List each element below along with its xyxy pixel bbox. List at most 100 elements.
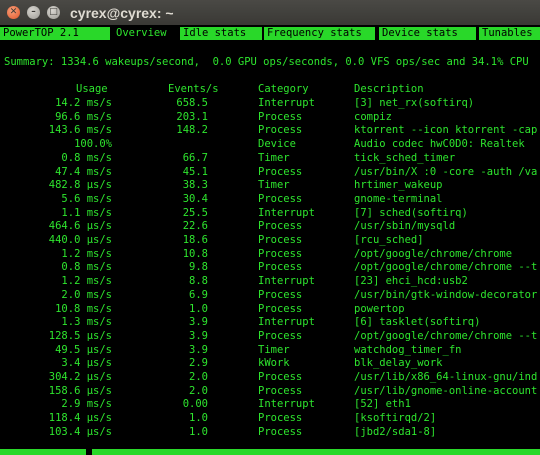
category-cell: Interrupt (258, 275, 315, 288)
tab-tunables[interactable]: Tunables (479, 27, 540, 40)
events-cell: 2.0 (189, 384, 208, 397)
tab-idle-stats[interactable]: Idle stats (180, 27, 262, 40)
usage-cell: 464.6 µs/s (48, 220, 112, 233)
description-cell: hrtimer_wakeup (354, 179, 443, 192)
table-row[interactable]: 464.6 µs/s 22.6 Process/usr/sbin/mysqld (0, 220, 540, 233)
tab-overview[interactable]: Overview (113, 27, 176, 40)
category-cell: Process (258, 247, 303, 260)
usage-cell: 118.4 µs/s (48, 412, 112, 425)
category-cell: Process (258, 302, 303, 315)
table-row[interactable]: 1.2 ms/s 10.8 Process/opt/google/chrome/ch… (0, 248, 540, 261)
table-row[interactable]: 0.8 ms/s 66.7 Timer tick_sched_timer (0, 152, 540, 165)
header-events: Events/s (168, 83, 219, 95)
category-cell: Process (258, 371, 303, 383)
category-cell: Process (258, 329, 303, 342)
events-cell: 66.7 (182, 151, 208, 164)
tab-device-stats[interactable]: Device stats (379, 27, 476, 40)
usage-cell: 49.5 µs/s (55, 343, 112, 356)
category-cell: Interrupt (258, 398, 315, 411)
events-cell: 2.0 (189, 371, 208, 383)
table-row[interactable]: 128.5 µs/s 3.9 Process/opt/google/chrome/c… (0, 330, 540, 343)
usage-cell: 1.1 ms/s (61, 206, 112, 219)
table-row[interactable]: 158.6 µs/s 2.0 Process/usr/lib/gnome-onlin… (0, 385, 540, 398)
table-row[interactable]: 143.6 ms/s 148.2 Process ktorrent --icon kt… (0, 124, 540, 137)
events-cell: 203.1 (176, 110, 208, 123)
table-row[interactable]: 118.4 µs/s 1.0 Process [ksoftirqd/2] (0, 412, 540, 425)
table-row[interactable]: 100.0% Device Audio codec hwC0D0: Realtek (0, 138, 540, 151)
table-row[interactable]: 2.0 ms/s 6.9 Process/usr/bin/gtk-window-de… (0, 289, 540, 302)
description-cell: [23] ehci_hcd:usb2 (354, 275, 468, 288)
usage-cell: 100.0% (74, 138, 112, 151)
table-row[interactable]: 440.0 µs/s 18.6 Process [rcu_sched] (0, 234, 540, 247)
category-cell: kWork (258, 357, 290, 370)
table-row[interactable]: 47.4 ms/s 45.1 Process/usr/bin/X :0 -core … (0, 166, 540, 179)
category-cell: Process (258, 288, 303, 301)
usage-cell: 3.4 µs/s (61, 357, 112, 370)
events-cell: 3.9 (189, 329, 208, 342)
events-cell: 38.3 (182, 179, 208, 192)
usage-cell: 1.3 ms/s (61, 316, 112, 329)
usage-cell: 96.6 ms/s (55, 110, 112, 123)
bottom-status-bar (0, 449, 540, 455)
usage-cell: 1.2 ms/s (61, 247, 112, 260)
events-cell: 3.9 (189, 343, 208, 356)
table-row[interactable]: 5.6 ms/s 30.4 Process gnome-terminal (0, 193, 540, 206)
description-cell: [rcu_sched] (354, 234, 424, 246)
description-cell: [jbd2/sda1-8] (354, 425, 437, 438)
summary-line: Summary: 1334.6 wakeups/second, 0.0 GPU … (4, 56, 529, 68)
description-cell: [7] sched(softirq) (354, 206, 468, 219)
header-usage: Usage (76, 83, 108, 95)
events-cell: 18.6 (182, 234, 208, 246)
events-cell: 25.5 (182, 206, 208, 219)
table-row[interactable]: 14.2 ms/s 658.5 Interrupt [3] net_rx(softir… (0, 97, 540, 110)
category-cell: Process (258, 192, 303, 205)
table-row[interactable]: 1.3 ms/s 3.9 Interrupt [6] tasklet(softirq) (0, 316, 540, 329)
description-cell: compiz (354, 110, 392, 123)
category-cell: Timer (258, 179, 290, 192)
events-cell: 6.9 (189, 288, 208, 301)
table-row[interactable]: 304.2 µs/s 2.0 Process/usr/lib/x86_64-linu… (0, 371, 540, 384)
events-cell: 8.8 (189, 275, 208, 288)
usage-cell: 482.8 µs/s (48, 179, 112, 192)
usage-cell: 304.2 µs/s (48, 371, 112, 383)
table-row[interactable]: 103.4 µs/s 1.0 Process [jbd2/sda1-8] (0, 426, 540, 439)
usage-cell: 47.4 ms/s (55, 165, 112, 178)
description-cell: ktorrent --icon ktorrent -cap (354, 124, 538, 137)
table-row[interactable]: 3.4 µs/s 2.9 kWork blk_delay_work (0, 357, 540, 370)
table-row[interactable]: 0.8 ms/s 9.8 Process/opt/google/chrome/chr… (0, 261, 540, 274)
events-cell: 2.9 (189, 357, 208, 370)
table-row[interactable]: 10.8 ms/s 1.0 Process powertop (0, 303, 540, 316)
category-cell: Process (258, 124, 303, 137)
usage-cell: 2.9 ms/s (61, 398, 112, 411)
tab-frequency-stats[interactable]: Frequency stats (264, 27, 375, 40)
table-row[interactable]: 49.5 µs/s 3.9 Timer watchdog_timer_fn (0, 344, 540, 357)
terminal-area[interactable]: PowerTOP 2.1 Overview Idle stats Frequen… (0, 25, 540, 455)
description-cell: powertop (354, 302, 405, 315)
table-row[interactable]: 1.1 ms/s 25.5 Interrupt [7] sched(softirq) (0, 207, 540, 220)
category-cell: Process (258, 261, 303, 274)
table-row[interactable]: 482.8 µs/s 38.3 Timer hrtimer_wakeup (0, 179, 540, 192)
category-cell: Process (258, 165, 303, 178)
table-row[interactable]: 2.9 ms/s 0.00 Interrupt [52] eth1 (0, 398, 540, 411)
category-cell: Process (258, 110, 303, 123)
table-row[interactable]: 96.6 ms/s 203.1 Process compiz (0, 111, 540, 124)
powertop-tab-bar: PowerTOP 2.1 Overview Idle stats Frequen… (0, 27, 540, 40)
maximize-window-button[interactable]: □ (47, 6, 60, 19)
category-cell: Process (258, 384, 303, 397)
minimize-window-button[interactable]: – (27, 6, 40, 19)
description-cell: /opt/google/chrome/chrome --t (354, 261, 538, 274)
usage-cell: 5.6 ms/s (61, 192, 112, 205)
table-row[interactable]: 1.2 ms/s 8.8 Interrupt [23] ehci_hcd:usb2 (0, 275, 540, 288)
events-cell: 22.6 (182, 220, 208, 233)
table-header: Usage Events/s Category Description (0, 83, 540, 96)
description-cell: [6] tasklet(softirq) (354, 316, 481, 329)
events-cell: 1.0 (189, 302, 208, 315)
events-cell: 30.4 (182, 192, 208, 205)
header-category: Category (258, 83, 309, 95)
events-cell: 3.9 (189, 316, 208, 329)
header-description: Description (354, 83, 424, 95)
usage-cell: 143.6 ms/s (48, 124, 112, 137)
close-window-button[interactable]: ✕ (7, 6, 20, 19)
tab-powertop: PowerTOP 2.1 (0, 27, 110, 40)
description-cell: /usr/sbin/mysqld (354, 220, 456, 233)
